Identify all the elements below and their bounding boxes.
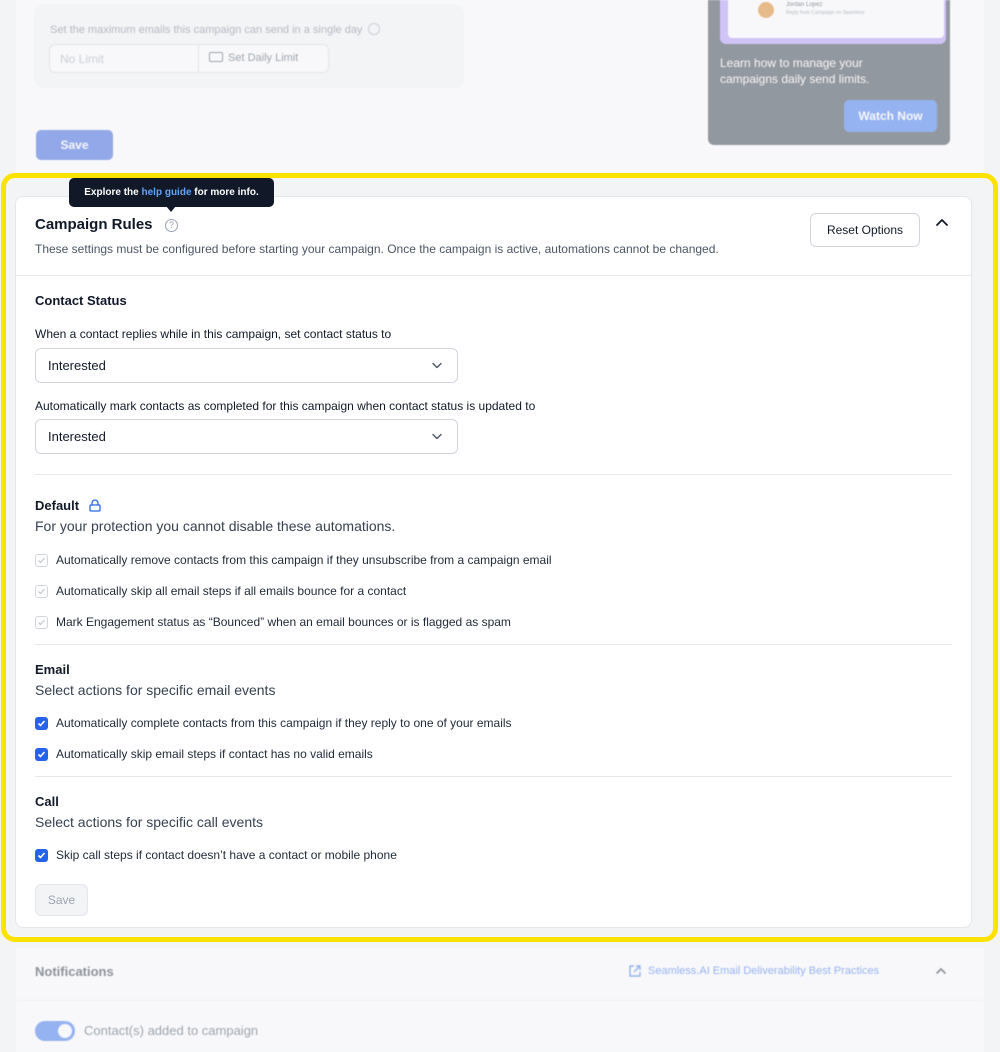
checkbox-checked[interactable] (35, 848, 48, 862)
reset-options-button[interactable]: Reset Options (810, 213, 920, 247)
promo-preview: Jordan Lopez Reply from Campaign on Seam… (720, 0, 946, 44)
watch-now-button[interactable]: Watch Now (844, 100, 937, 132)
info-icon[interactable] (367, 23, 380, 35)
checkbox-label: Automatically skip all email steps if al… (56, 584, 407, 598)
promo-preview-name: Jordan Lopez (786, 2, 823, 8)
header-divider (16, 275, 971, 276)
default-rule-spam: Mark Engagement status as “Bounced” when… (35, 614, 511, 630)
checkbox-label: Automatically skip email steps if contac… (56, 747, 373, 761)
chevron-down-icon (432, 362, 442, 369)
tooltip-suffix: for more info. (191, 187, 259, 198)
help-guide-link[interactable]: help guide (142, 187, 192, 198)
complete-status-select[interactable]: Interested (35, 419, 458, 454)
tooltip-prefix: Explore the (84, 187, 142, 198)
chevron-up-icon[interactable] (932, 214, 952, 230)
call-subtitle: Select actions for specific call events (35, 814, 263, 830)
notifications-title: Notifications (35, 964, 114, 979)
call-title: Call (35, 794, 59, 809)
contact-added-label: Contact(s) added to campaign (84, 1023, 259, 1038)
check-icon (37, 750, 46, 758)
reply-status-value: Interested (48, 358, 106, 373)
daily-limit-label-text: Set the maximum emails this campaign can… (50, 24, 363, 36)
notifications-divider (16, 1000, 984, 1001)
default-subtitle: For your protection you cannot disable t… (35, 518, 396, 534)
complete-status-label: Automatically mark contacts as completed… (35, 399, 536, 413)
email-rule-reply[interactable]: Automatically complete contacts from thi… (35, 715, 512, 731)
set-daily-limit-button[interactable]: Set Daily Limit (198, 44, 329, 73)
complete-status-value: Interested (48, 429, 106, 444)
checkbox-checked[interactable] (35, 747, 48, 761)
daily-limit-label: Set the maximum emails this campaign can… (50, 23, 380, 36)
chevron-down-icon (432, 433, 442, 440)
reply-status-select[interactable]: Interested (35, 348, 458, 383)
reply-status-label: When a contact replies while in this cam… (35, 327, 392, 341)
set-daily-limit-label: Set Daily Limit (228, 52, 299, 64)
checkbox-label: Mark Engagement status as “Bounced” when… (56, 615, 511, 629)
help-tooltip: Explore the help guide for more info. (69, 178, 274, 207)
help-icon[interactable]: ? (165, 219, 178, 232)
promo-preview-sub: Reply from Campaign on Seamless (786, 10, 865, 16)
section-divider (35, 474, 952, 475)
mail-icon (209, 52, 223, 62)
avatar (758, 2, 774, 18)
default-rule-bounce: Automatically skip all email steps if al… (35, 583, 406, 599)
campaign-rules-save-button[interactable]: Save (35, 884, 88, 916)
check-icon (37, 719, 46, 727)
checkbox-checked[interactable] (35, 716, 48, 730)
checkbox-disabled (35, 615, 48, 629)
default-title: Default (35, 498, 80, 513)
contact-status-title: Contact Status (35, 293, 127, 308)
checkbox-label: Automatically complete contacts from thi… (56, 716, 512, 730)
section-divider (35, 776, 952, 777)
lock-icon (89, 499, 101, 512)
call-rule-skip[interactable]: Skip call steps if contact doesn’t have … (35, 847, 397, 863)
email-subtitle: Select actions for specific email events (35, 682, 276, 698)
check-icon (37, 851, 46, 859)
check-icon (38, 588, 45, 594)
contact-added-toggle[interactable] (35, 1021, 75, 1041)
daily-limit-save-button[interactable]: Save (36, 130, 113, 160)
toggle-knob (58, 1024, 72, 1038)
check-icon (38, 557, 45, 563)
checkbox-disabled (35, 584, 48, 598)
email-title: Email (35, 662, 70, 677)
deliverability-link[interactable]: Seamless.AI Email Deliverability Best Pr… (648, 965, 879, 977)
check-icon (38, 619, 45, 625)
chevron-up-icon[interactable] (934, 965, 948, 977)
email-rule-no-valid[interactable]: Automatically skip email steps if contac… (35, 746, 373, 762)
campaign-rules-description: These settings must be configured before… (35, 242, 719, 256)
checkbox-label: Skip call steps if contact doesn’t have … (56, 848, 397, 862)
checkbox-disabled (35, 553, 48, 567)
external-link-icon (629, 965, 641, 977)
tooltip-arrow (166, 206, 176, 212)
promo-text: Learn how to manage your campaigns daily… (720, 56, 870, 86)
promo-preview-inner: Jordan Lopez Reply from Campaign on Seam… (728, 0, 944, 38)
daily-limit-input[interactable]: No Limit (49, 44, 199, 73)
campaign-rules-title: Campaign Rules (35, 216, 153, 233)
checkbox-label: Automatically remove contacts from this … (56, 553, 552, 567)
default-rule-unsubscribe: Automatically remove contacts from this … (35, 552, 552, 568)
section-divider (35, 644, 952, 645)
